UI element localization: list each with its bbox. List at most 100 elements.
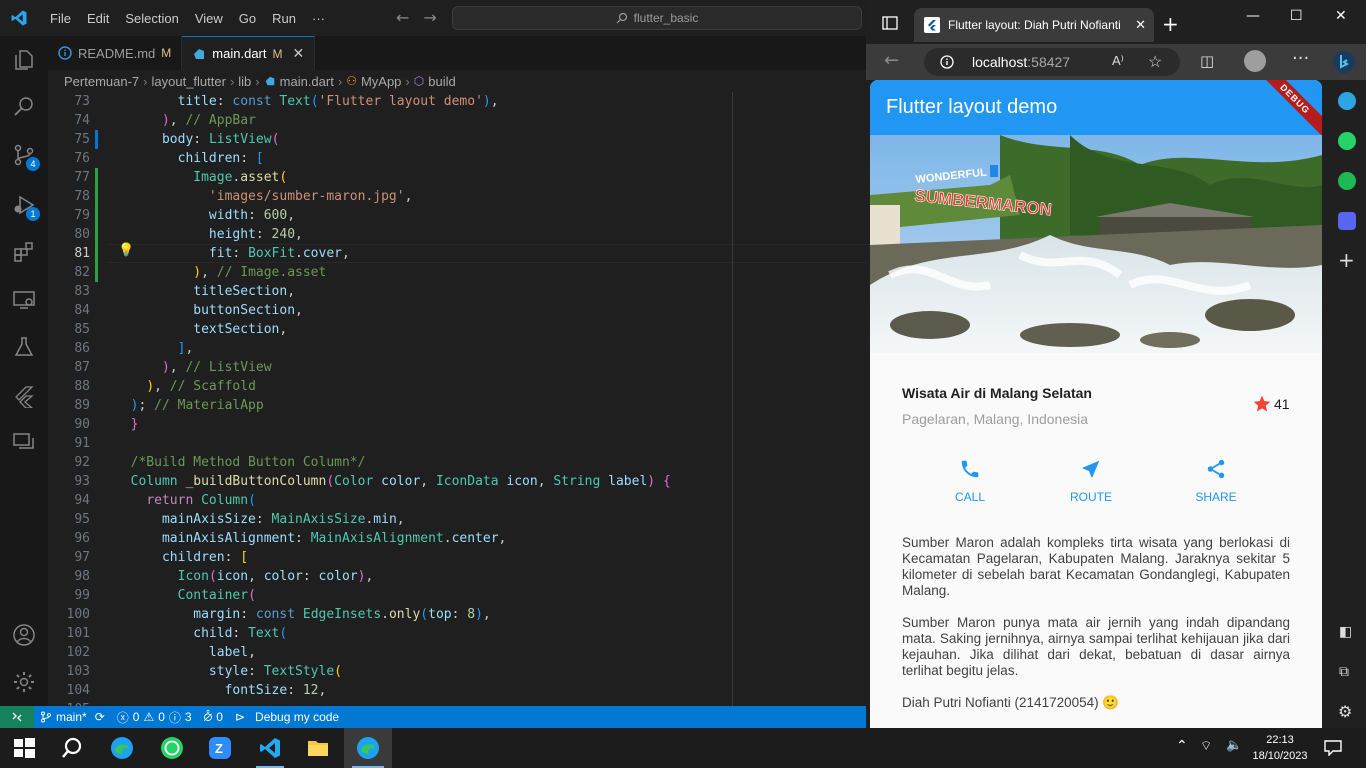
menu-selection[interactable]: Selection <box>117 11 186 26</box>
code-line[interactable]: 74 ), // AppBar <box>48 111 866 130</box>
breadcrumb-item[interactable]: lib <box>238 74 251 89</box>
sidebar-settings-icon[interactable]: ⚙ <box>1338 702 1352 721</box>
edge-taskbar-icon[interactable] <box>110 736 134 760</box>
code-line[interactable]: 94 return Column( <box>48 491 866 510</box>
problems-status[interactable]: ⓧ 0 ⚠ 0 ⓘ 3 <box>111 709 198 726</box>
menu-view[interactable]: View <box>187 11 231 26</box>
share-button[interactable]: SHARE <box>1176 458 1256 504</box>
extensions-icon[interactable] <box>12 240 36 264</box>
code-line[interactable]: 84 buttonSection, <box>48 301 866 320</box>
code-line[interactable]: 99 Container( <box>48 586 866 605</box>
source-control-icon[interactable]: 4 <box>12 143 40 171</box>
close-tab-icon[interactable]: ✕ <box>293 45 305 62</box>
windows-start-icon[interactable] <box>12 736 36 760</box>
code-line[interactable]: 81 fit: BoxFit.cover, <box>48 244 866 263</box>
tab-main-dart[interactable]: main.dart M ✕ <box>182 36 316 70</box>
forward-arrow-icon[interactable]: → <box>423 8 436 27</box>
tab-readme[interactable]: README.md M <box>48 36 183 70</box>
whatsapp-icon[interactable] <box>1338 132 1356 150</box>
code-line[interactable]: 98 Icon(icon, color: color), <box>48 567 866 586</box>
code-line[interactable]: 73 title: const Text('Flutter layout dem… <box>48 92 866 111</box>
code-line[interactable]: 90 } <box>48 415 866 434</box>
code-line[interactable]: 91 <box>48 434 866 453</box>
read-aloud-icon[interactable]: A⁾ <box>1112 53 1124 69</box>
code-line[interactable]: 87 ), // ListView <box>48 358 866 377</box>
code-line[interactable]: 100 margin: const EdgeInsets.only(top: 8… <box>48 605 866 624</box>
explorer-icon[interactable] <box>12 48 36 72</box>
code-line[interactable]: 75 body: ListView( <box>48 130 866 149</box>
code-line[interactable]: 77 Image.asset( <box>48 168 866 187</box>
search-icon[interactable] <box>12 94 36 118</box>
menu-edit[interactable]: Edit <box>79 11 117 26</box>
debug-status[interactable]: ⊳ Debug my code <box>229 710 345 724</box>
breadcrumb-item[interactable]: main.dart <box>280 74 334 89</box>
discord-icon[interactable] <box>1338 212 1356 230</box>
menu-go[interactable]: Go <box>231 11 264 26</box>
code-line[interactable]: 78 'images/sumber-maron.jpg', <box>48 187 866 206</box>
notifications-icon[interactable] <box>1324 740 1342 756</box>
call-button[interactable]: CALL <box>930 458 1010 504</box>
comments-icon[interactable] <box>12 430 36 454</box>
code-line[interactable]: 86 ], <box>48 339 866 358</box>
breadcrumb-item[interactable]: layout_flutter <box>152 74 226 89</box>
vscode-taskbar-icon[interactable] <box>258 736 282 760</box>
code-line[interactable]: 101 child: Text( <box>48 624 866 643</box>
code-line[interactable]: 85 textSection, <box>48 320 866 339</box>
menu-file[interactable]: File <box>42 11 79 26</box>
show-hidden-icons-icon[interactable]: ⌃ <box>1176 738 1188 754</box>
breadcrumb-item[interactable]: build <box>428 74 455 89</box>
maximize-icon[interactable]: ☐ <box>1290 8 1303 24</box>
edge-active-taskbar-slot[interactable] <box>344 728 392 768</box>
tab-actions-icon[interactable] <box>882 15 898 31</box>
browser-tab[interactable]: Flutter layout: Diah Putri Nofianti ✕ <box>914 8 1154 42</box>
code-line[interactable]: 83 titleSection, <box>48 282 866 301</box>
search-icon[interactable] <box>60 736 84 760</box>
code-line[interactable]: 79 width: 600, <box>48 206 866 225</box>
run-debug-icon[interactable]: 1 <box>12 193 40 221</box>
sidebar-panel-icon[interactable]: ◧ <box>1339 624 1352 640</box>
breadcrumb-item[interactable]: Pertemuan-7 <box>64 74 139 89</box>
code-line[interactable]: 89 ); // MaterialApp <box>48 396 866 415</box>
code-line[interactable]: 76 children: [ <box>48 149 866 168</box>
code-editor[interactable]: 💡 73 title: const Text('Flutter layout d… <box>48 92 866 706</box>
account-icon[interactable] <box>12 623 36 647</box>
profile-avatar[interactable] <box>1244 50 1266 72</box>
route-button[interactable]: ROUTE <box>1051 458 1131 504</box>
code-line[interactable]: 96 mainAxisAlignment: MainAxisAlignment.… <box>48 529 866 548</box>
site-info-icon[interactable] <box>940 55 954 69</box>
more-options-icon[interactable]: ··· <box>1292 48 1309 69</box>
command-center[interactable]: flutter_basic <box>452 6 862 30</box>
network-icon[interactable]: ⌔ <box>1200 738 1212 754</box>
file-explorer-taskbar-icon[interactable] <box>306 736 330 760</box>
whatsapp-taskbar-icon[interactable] <box>160 736 184 760</box>
star-icon[interactable] <box>1252 394 1272 414</box>
spotify-icon[interactable] <box>1338 172 1356 190</box>
code-line[interactable]: 82 ), // Image.asset <box>48 263 866 282</box>
code-line[interactable]: 88 ), // Scaffold <box>48 377 866 396</box>
breadcrumb-item[interactable]: MyApp <box>361 74 401 89</box>
new-tab-icon[interactable]: + <box>1162 12 1179 36</box>
telegram-icon[interactable] <box>1338 92 1356 110</box>
code-line[interactable]: 80 height: 240, <box>48 225 866 244</box>
branch-status[interactable]: main* ⟳ <box>34 710 111 724</box>
system-clock[interactable]: 22:13 18/10/2023 <box>1250 732 1310 764</box>
open-external-icon[interactable]: ⧉ <box>1339 664 1349 680</box>
close-tab-icon[interactable]: ✕ <box>1135 17 1146 33</box>
remote-indicator-icon[interactable] <box>0 706 34 728</box>
flutter-icon[interactable] <box>12 384 36 409</box>
back-arrow-icon[interactable]: ← <box>396 8 409 27</box>
code-line[interactable]: 97 children: [ <box>48 548 866 567</box>
split-screen-icon[interactable]: ◫ <box>1200 52 1214 70</box>
menu-run[interactable]: Run <box>264 11 304 26</box>
zoom-taskbar-icon[interactable]: Z <box>208 736 232 760</box>
favorite-star-icon[interactable]: ☆ <box>1148 52 1162 72</box>
remote-explorer-icon[interactable] <box>12 288 36 312</box>
testing-icon[interactable] <box>12 335 36 359</box>
back-icon[interactable]: ← <box>884 50 899 71</box>
address-bar[interactable]: localhost:58427 A⁾ ☆ <box>924 48 1180 76</box>
ports-status[interactable]: ⦲ 0 <box>198 710 229 725</box>
sync-icon[interactable]: ⟳ <box>95 710 105 724</box>
minimize-icon[interactable]: — <box>1246 8 1260 24</box>
menu-more[interactable]: ··· <box>304 11 333 26</box>
code-line[interactable]: 95 mainAxisSize: MainAxisSize.min, <box>48 510 866 529</box>
